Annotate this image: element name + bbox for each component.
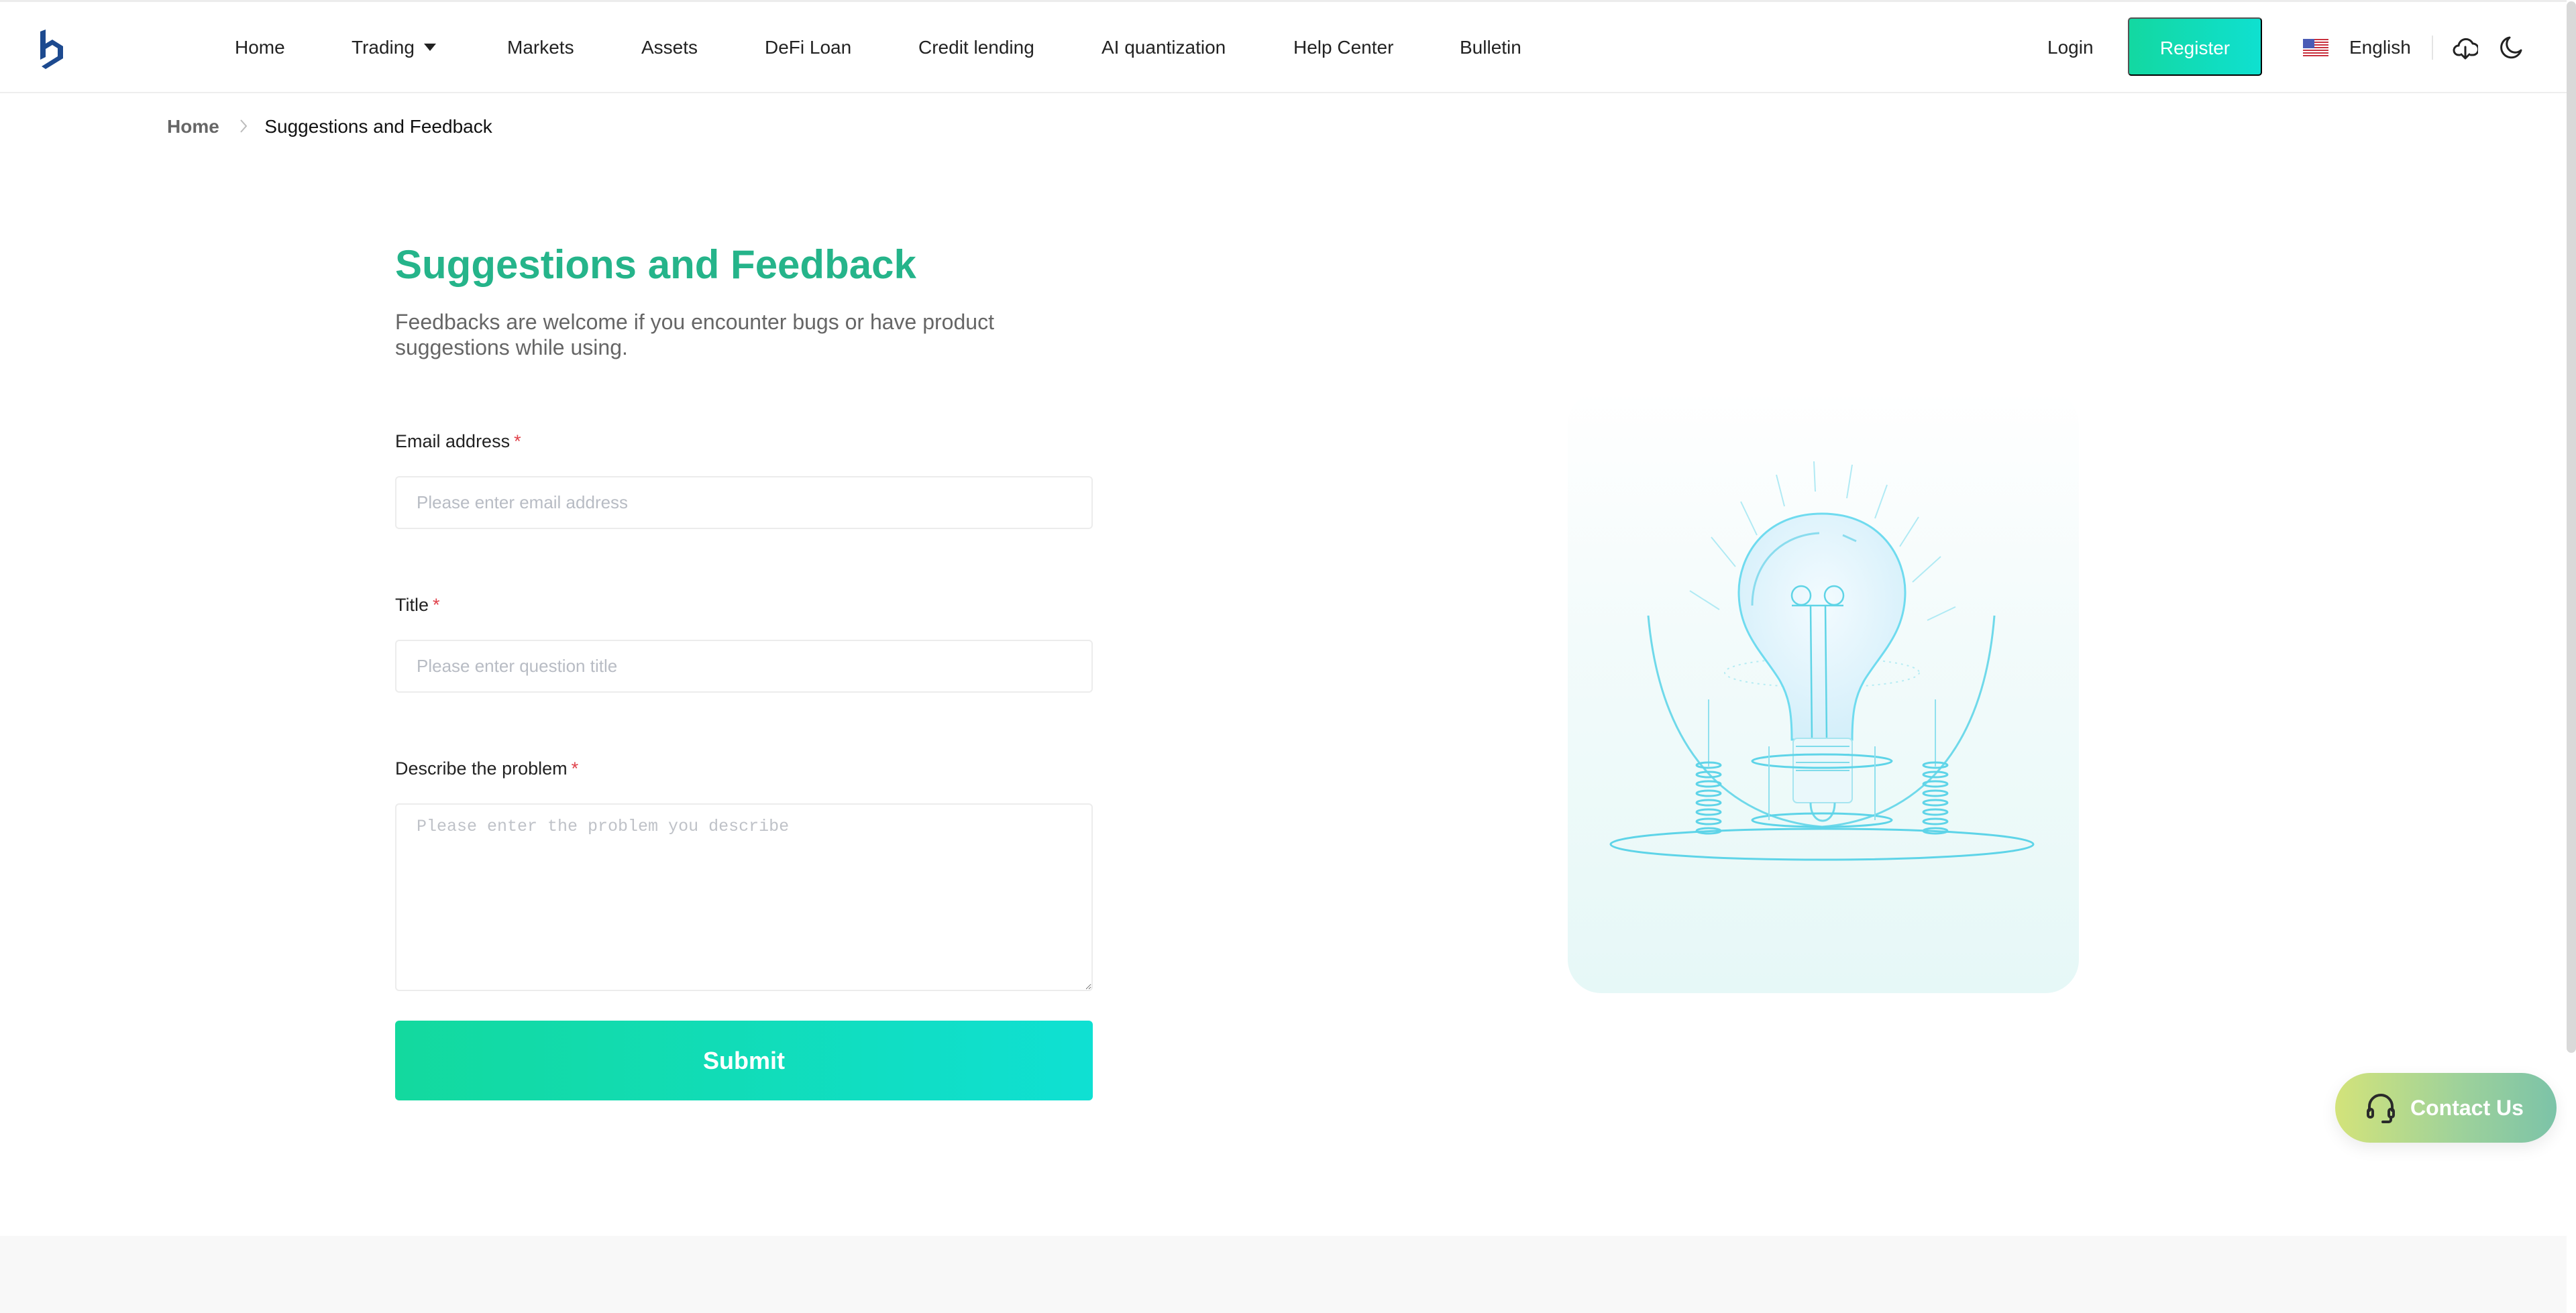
contact-us-button[interactable]: Contact Us	[2335, 1073, 2557, 1143]
moon-icon[interactable]	[2500, 36, 2523, 60]
language-selector[interactable]: English	[2349, 2, 2411, 93]
required-mark: *	[571, 758, 579, 779]
nav-trading[interactable]: Trading	[352, 2, 436, 93]
login-link[interactable]: Login	[2047, 2, 2094, 93]
nav-home[interactable]: Home	[235, 2, 285, 93]
header-divider	[2432, 36, 2433, 60]
site-header: Home Trading Markets Assets DeFi Loan Cr…	[0, 2, 2567, 93]
cloud-download-icon[interactable]	[2453, 35, 2478, 60]
page-title: Suggestions and Feedback	[395, 242, 916, 287]
required-mark: *	[514, 431, 521, 451]
contact-us-label: Contact Us	[2410, 1096, 2524, 1120]
nav-bulletin[interactable]: Bulletin	[1460, 2, 1521, 93]
submit-button[interactable]: Submit	[395, 1021, 1093, 1100]
scrollbar-thumb[interactable]	[2567, 1, 2576, 1053]
problem-textarea[interactable]	[395, 803, 1093, 991]
email-label-text: Email address	[395, 431, 511, 451]
title-input[interactable]	[395, 640, 1093, 693]
breadcrumb: Home Suggestions and Feedback	[167, 114, 492, 139]
breadcrumb-current: Suggestions and Feedback	[264, 116, 492, 137]
nav-credit-lending[interactable]: Credit lending	[918, 2, 1034, 93]
caret-down-icon	[423, 44, 436, 52]
footer	[0, 1236, 2567, 1313]
nav-markets[interactable]: Markets	[507, 2, 574, 93]
email-input[interactable]	[395, 476, 1093, 529]
headset-icon	[2367, 1094, 2395, 1123]
lightbulb-icon	[1609, 461, 2035, 861]
nav-defi-loan[interactable]: DeFi Loan	[765, 2, 851, 93]
nav-help-center[interactable]: Help Center	[1293, 2, 1393, 93]
nav-trading-label: Trading	[352, 37, 415, 58]
problem-label-text: Describe the problem	[395, 758, 568, 779]
required-mark: *	[433, 595, 440, 615]
problem-label: Describe the problem *	[395, 758, 578, 779]
page-description: Feedbacks are welcome if you encounter b…	[395, 310, 994, 359]
us-flag-icon[interactable]	[2303, 39, 2328, 56]
chevron-right-icon	[239, 119, 247, 133]
lightbulb-illustration	[1568, 391, 2079, 993]
email-label: Email address *	[395, 431, 521, 452]
title-label-text: Title	[395, 595, 429, 615]
breadcrumb-home[interactable]: Home	[167, 116, 219, 137]
nav-assets[interactable]: Assets	[641, 2, 698, 93]
logo-icon[interactable]	[38, 29, 66, 70]
title-label: Title *	[395, 595, 440, 616]
nav-ai-quantization[interactable]: AI quantization	[1102, 2, 1226, 93]
register-button[interactable]: Register	[2128, 17, 2262, 76]
